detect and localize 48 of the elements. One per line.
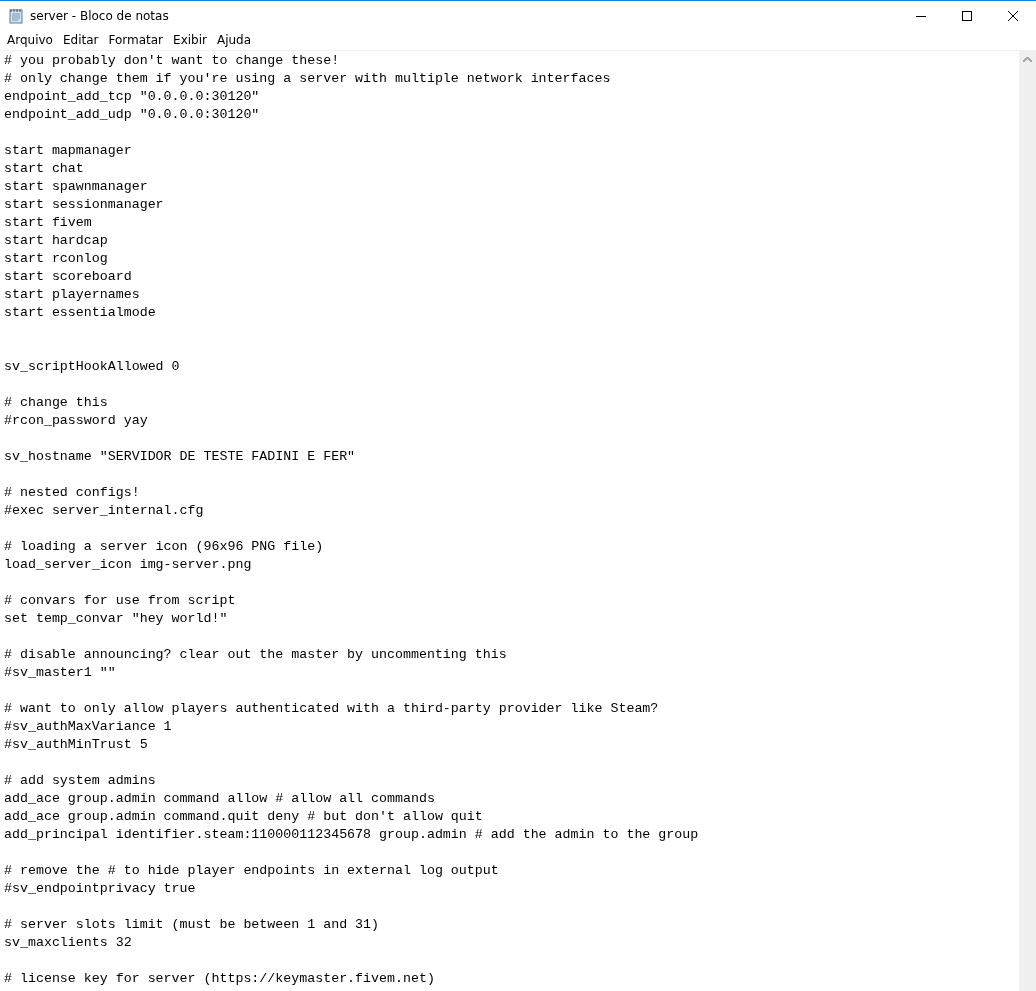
menu-item[interactable]: Editar: [57, 30, 104, 50]
text-line: endpoint_add_tcp "0.0.0.0:30120": [4, 88, 261, 106]
text-line: start fivem: [4, 214, 93, 232]
text-line: start chat: [4, 160, 85, 178]
text-line: start mapmanager: [4, 142, 133, 160]
text-line: # nested configs!: [4, 484, 141, 502]
menu-item[interactable]: Ajuda: [211, 30, 257, 50]
text-line: # convars for use from script: [4, 592, 237, 610]
text-line: add_principal identifier.steam:110000112345678 group.admin # add the admin to the group: [4, 826, 700, 844]
text-line: start sessionmanager: [4, 196, 165, 214]
text-line: endpoint_add_udp "0.0.0.0:30120": [4, 106, 261, 124]
text-line: sv_maxclients 32: [4, 934, 133, 952]
text-line: #sv_endpointprivacy true: [4, 880, 197, 898]
text-line: start essentialmode: [4, 304, 157, 322]
text-line: #rcon_password yay: [4, 412, 149, 430]
text-line: # disable announcing? clear out the master by uncommenting this: [4, 646, 508, 664]
maximize-icon: [962, 10, 972, 21]
text-line: # remove the # to hide player endpoints in external log output: [4, 862, 500, 880]
close-icon: [1008, 10, 1018, 21]
chevron-up-icon: [1023, 57, 1032, 62]
text-line: #sv_authMinTrust 5: [4, 736, 149, 754]
text-line: # add system admins: [4, 772, 157, 790]
text-line: #sv_master1 "": [4, 664, 117, 682]
menu-item[interactable]: Formatar: [103, 30, 169, 50]
menu-item[interactable]: Arquivo: [2, 30, 58, 50]
text-line: start scoreboard: [4, 268, 133, 286]
text-line: start spawnmanager: [4, 178, 149, 196]
text-line: add_ace group.admin command allow # allow all commands: [4, 790, 436, 808]
text-line: # loading a server icon (96x96 PNG file): [4, 538, 325, 556]
text-line: start rconlog: [4, 250, 109, 268]
text-line: start hardcap: [4, 232, 109, 250]
text-line: set temp_convar "hey world!": [4, 610, 229, 628]
text-line: #sv_authMaxVariance 1: [4, 718, 173, 736]
text-line: # want to only allow players authenticated with a third-party provider like Steam?: [4, 700, 660, 718]
notepad-icon: [8, 7, 24, 24]
text-line: add_ace group.admin command.quit deny # but don't allow quit: [4, 808, 484, 826]
text-line: # license key for server (https://keymaster.fivem.net): [4, 970, 436, 988]
text-line: # you probably don't want to change these!: [4, 52, 341, 70]
menu-item[interactable]: Exibir: [168, 30, 212, 50]
window-title: server - Bloco de notas: [30, 8, 170, 23]
text-line: # server slots limit (must be between 1 and 31): [4, 916, 381, 934]
text-line: #exec server_internal.cfg: [4, 502, 205, 520]
text-line: sv_scriptHookAllowed 0: [4, 358, 181, 376]
text-line: # only change them if you're using a server with multiple network interfaces: [4, 70, 612, 88]
text-line: start playernames: [4, 286, 141, 304]
text-line: load_server_icon img-server.png: [4, 556, 253, 574]
text-line: # change this: [4, 394, 109, 412]
text-line: sv_hostname "SERVIDOR DE TESTE FADINI E FER": [4, 448, 357, 466]
